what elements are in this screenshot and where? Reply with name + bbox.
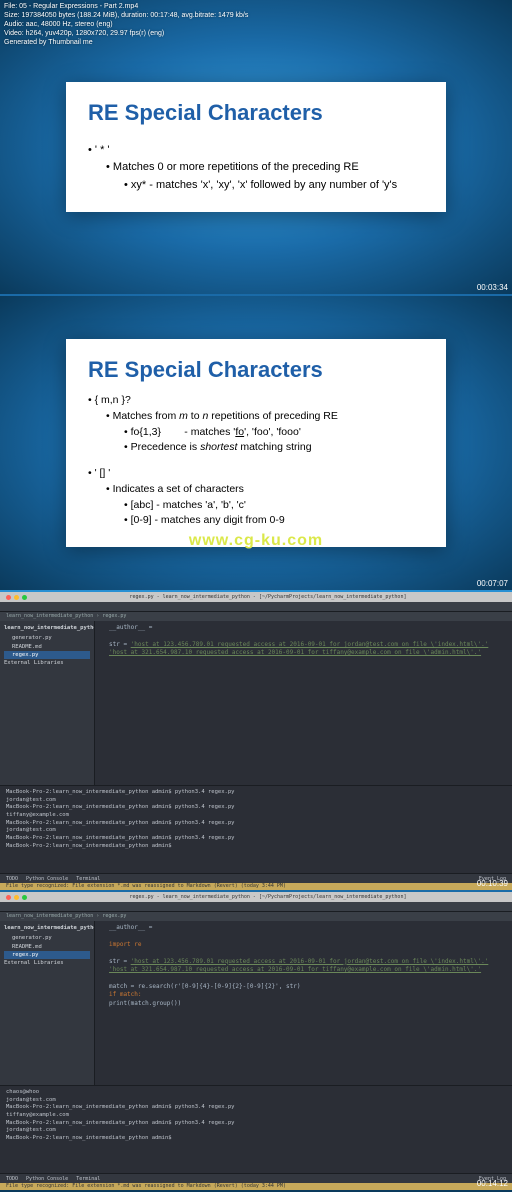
breadcrumb[interactable]: learn_now_intermediate_python › regex.py: [0, 612, 512, 621]
terminal-line: MacBook-Pro-2:learn_now_intermediate_pyt…: [6, 804, 506, 812]
close-icon[interactable]: [6, 595, 11, 600]
bullet: ' [] ': [88, 466, 424, 482]
bullet: Precedence is shortest matching string: [124, 440, 424, 456]
code-line: __author__ =: [109, 924, 152, 931]
window-titlebar: regex.py - learn_now_intermediate_python…: [0, 592, 512, 602]
meta-generated: Generated by Thumbnail me: [4, 38, 248, 47]
terminal-line: MacBook-Pro-2:learn_now_intermediate_pyt…: [6, 1104, 506, 1112]
string-literal: 'host at 123.456.789.01 requested access…: [131, 958, 489, 965]
bullet: { m,n }?: [88, 393, 424, 409]
window-titlebar: regex.py - learn_now_intermediate_python…: [0, 892, 512, 902]
frame-timestamp: 00:14:12: [477, 1179, 508, 1188]
close-icon[interactable]: [6, 895, 11, 900]
terminal-tab[interactable]: Terminal: [76, 876, 100, 882]
slide-title: RE Special Characters: [88, 100, 424, 126]
minimize-icon[interactable]: [14, 595, 19, 600]
project-sidebar[interactable]: learn_now_intermediate_python generator.…: [0, 621, 95, 785]
terminal-line: jordan@test.com: [6, 797, 506, 805]
media-info-overlay: File: 05 - Regular Expressions - Part 2.…: [4, 2, 248, 47]
terminal-line: jordan@test.com: [6, 1127, 506, 1135]
info-bar[interactable]: File type recognized: File extension *.m…: [0, 883, 512, 890]
terminal-line: chaos@whoo: [6, 1089, 506, 1097]
file-item[interactable]: README.md: [4, 643, 90, 651]
code-line: if match:: [109, 991, 142, 998]
frame-timestamp: 00:10:39: [477, 879, 508, 888]
info-bar[interactable]: File type recognized: File extension *.m…: [0, 1183, 512, 1190]
terminal-line: tiffany@example.com: [6, 812, 506, 820]
window-title: regex.py - learn_now_intermediate_python…: [130, 894, 407, 900]
string-literal: 'host at 123.456.789.01 requested access…: [131, 641, 489, 648]
python-console-tab[interactable]: Python Console: [26, 876, 68, 882]
terminal-line: MacBook-Pro-2:learn_now_intermediate_pyt…: [6, 820, 506, 828]
meta-audio: Audio: aac, 48000 Hz, stereo (eng): [4, 20, 248, 29]
window-title: regex.py - learn_now_intermediate_python…: [130, 594, 407, 600]
maximize-icon[interactable]: [22, 895, 27, 900]
thumbnail-frame-2: RE Special Characters { m,n }? Matches f…: [0, 296, 512, 590]
thumbnail-frame-3: regex.py - learn_now_intermediate_python…: [0, 592, 512, 890]
breadcrumb[interactable]: learn_now_intermediate_python › regex.py: [0, 912, 512, 921]
bullet: fo{1,3} - matches 'fo', 'foo', 'fooo': [124, 425, 424, 441]
toolbar[interactable]: [0, 902, 512, 912]
terminal-line: tiffany@example.com: [6, 1112, 506, 1120]
slide-2: RE Special Characters { m,n }? Matches f…: [66, 339, 446, 547]
code-line: __author__ =: [109, 624, 152, 631]
bullet: ' * ': [88, 142, 424, 160]
project-root[interactable]: learn_now_intermediate_python: [4, 624, 90, 632]
watermark: www.cg-ku.com: [189, 532, 323, 550]
terminal-line: MacBook-Pro-2:learn_now_intermediate_pyt…: [6, 1135, 506, 1143]
minimize-icon[interactable]: [14, 895, 19, 900]
bullet: [0-9] - matches any digit from 0-9: [124, 513, 424, 529]
meta-size: Size: 197384050 bytes (188.24 MiB), dura…: [4, 11, 248, 20]
string-literal: 'host at 321.654.987.10 requested access…: [109, 649, 481, 656]
todo-tab[interactable]: TODO: [6, 876, 18, 882]
slide-title: RE Special Characters: [88, 357, 424, 383]
file-item[interactable]: generator.py: [4, 934, 90, 942]
frame-timestamp: 00:03:34: [477, 283, 508, 292]
file-item-selected[interactable]: regex.py: [4, 951, 90, 959]
code-line: str =: [109, 641, 131, 648]
meta-file: File: 05 - Regular Expressions - Part 2.…: [4, 2, 248, 11]
bullet: xy* - matches 'x', 'xy', 'x' followed by…: [124, 177, 424, 195]
file-item[interactable]: README.md: [4, 943, 90, 951]
frame-timestamp: 00:07:07: [477, 579, 508, 588]
terminal-line: MacBook-Pro-2:learn_now_intermediate_pyt…: [6, 789, 506, 797]
status-bar: TODO Python Console Terminal Event Log: [0, 1173, 512, 1183]
bullet: Matches from m to n repetitions of prece…: [106, 409, 424, 425]
slide-1: RE Special Characters ' * ' Matches 0 or…: [66, 82, 446, 213]
maximize-icon[interactable]: [22, 595, 27, 600]
bullet: Indicates a set of characters: [106, 482, 424, 498]
terminal-tab[interactable]: Terminal: [76, 1176, 100, 1182]
code-line: import re: [109, 941, 142, 948]
code-line: print(match.group()): [109, 1000, 181, 1007]
python-console-tab[interactable]: Python Console: [26, 1176, 68, 1182]
meta-video: Video: h264, yuv420p, 1280x720, 29.97 fp…: [4, 29, 248, 38]
external-libraries[interactable]: External Libraries: [4, 659, 90, 667]
toolbar[interactable]: [0, 602, 512, 612]
code-editor[interactable]: __author__ = import re str = 'host at 12…: [95, 921, 512, 1085]
code-editor[interactable]: __author__ = str = 'host at 123.456.789.…: [95, 621, 512, 785]
code-line: match = re.search(r'[0-9]{4}-[0-9]{2}-[0…: [109, 983, 300, 990]
project-root[interactable]: learn_now_intermediate_python: [4, 924, 90, 932]
string-literal: 'host at 321.654.987.10 requested access…: [109, 966, 481, 973]
terminal-line: MacBook-Pro-2:learn_now_intermediate_pyt…: [6, 1120, 506, 1128]
external-libraries[interactable]: External Libraries: [4, 959, 90, 967]
terminal-panel[interactable]: chaos@whoo jordan@test.com MacBook-Pro-2…: [0, 1085, 512, 1173]
ide-window: regex.py - learn_now_intermediate_python…: [0, 592, 512, 890]
terminal-line: jordan@test.com: [6, 1097, 506, 1105]
status-bar: TODO Python Console Terminal Event Log: [0, 873, 512, 883]
terminal-line: MacBook-Pro-2:learn_now_intermediate_pyt…: [6, 843, 506, 851]
ide-window: regex.py - learn_now_intermediate_python…: [0, 892, 512, 1190]
project-sidebar[interactable]: learn_now_intermediate_python generator.…: [0, 921, 95, 1085]
terminal-line: MacBook-Pro-2:learn_now_intermediate_pyt…: [6, 835, 506, 843]
file-item[interactable]: generator.py: [4, 634, 90, 642]
code-line: str =: [109, 958, 131, 965]
bullet: Matches 0 or more repetitions of the pre…: [106, 159, 424, 177]
terminal-panel[interactable]: MacBook-Pro-2:learn_now_intermediate_pyt…: [0, 785, 512, 873]
thumbnail-frame-4: regex.py - learn_now_intermediate_python…: [0, 892, 512, 1190]
bullet: [abc] - matches 'a', 'b', 'c': [124, 498, 424, 514]
todo-tab[interactable]: TODO: [6, 1176, 18, 1182]
terminal-line: jordan@test.com: [6, 827, 506, 835]
file-item-selected[interactable]: regex.py: [4, 651, 90, 659]
